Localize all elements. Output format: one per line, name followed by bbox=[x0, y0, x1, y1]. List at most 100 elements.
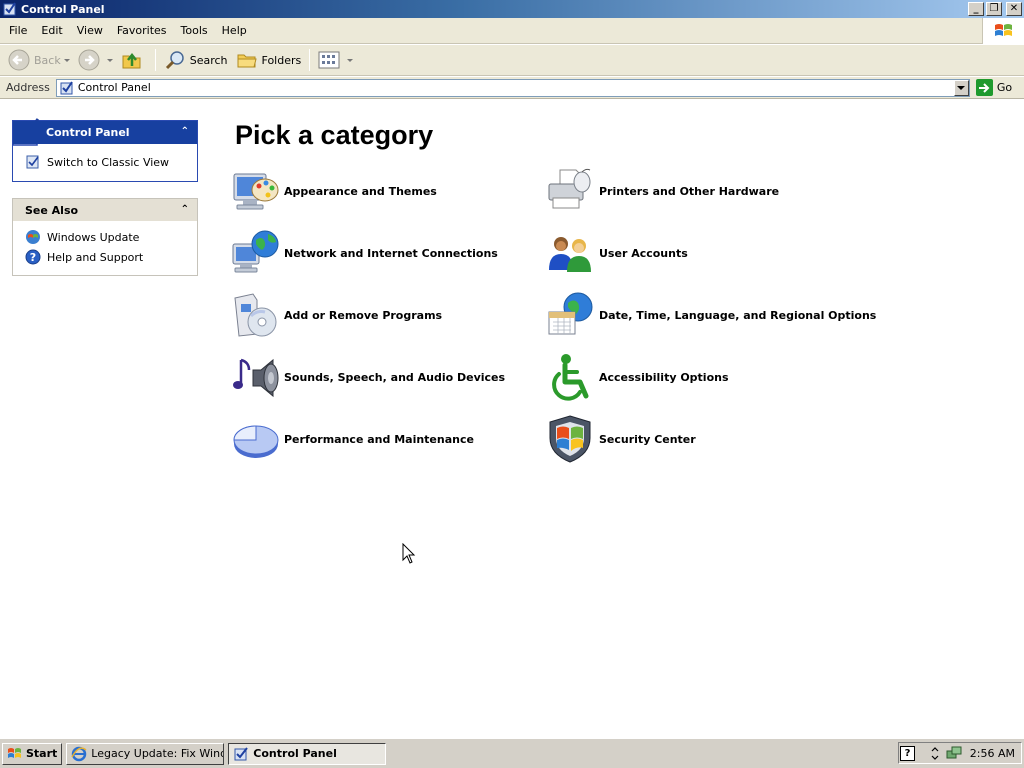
control-panel-icon bbox=[234, 746, 249, 760]
category-label: Sounds, Speech, and Audio Devices bbox=[284, 370, 506, 384]
collapse-icon[interactable]: ⌃ bbox=[181, 126, 189, 137]
category-performance-maintenance[interactable]: Performance and Maintenance bbox=[231, 414, 474, 464]
help-and-support-link[interactable]: ? Help and Support bbox=[13, 247, 197, 267]
category-network-internet[interactable]: Network and Internet Connections bbox=[231, 228, 498, 278]
appearance-themes-icon bbox=[233, 173, 279, 210]
pie-chart-icon bbox=[233, 425, 279, 458]
page-heading: Pick a category bbox=[235, 120, 434, 150]
clock[interactable]: 2:56 AM bbox=[970, 747, 1015, 760]
control-panel-box-title: Control Panel bbox=[46, 126, 130, 139]
start-button[interactable]: Start bbox=[2, 742, 63, 765]
address-value: Control Panel bbox=[77, 81, 151, 94]
windows-logo-icon bbox=[8, 747, 21, 758]
collapse-icon[interactable]: ⌃ bbox=[181, 204, 189, 215]
category-label: Security Center bbox=[599, 432, 696, 446]
restore-button[interactable]: ❐ bbox=[986, 2, 1002, 16]
control-panel-small-icon bbox=[60, 80, 73, 94]
windows-update-label: Windows Update bbox=[47, 230, 140, 244]
windows-logo-icon bbox=[982, 18, 1024, 44]
taskbar: Start Legacy Update: Fix Wind... Control… bbox=[0, 738, 1024, 768]
network-tray-icon[interactable] bbox=[946, 745, 962, 761]
category-label: Appearance and Themes bbox=[284, 184, 437, 198]
taskbar-item-legacy-update[interactable]: Legacy Update: Fix Wind... bbox=[66, 742, 225, 765]
back-arrow-icon bbox=[8, 49, 30, 71]
system-tray: 2:56 AM bbox=[898, 742, 1022, 764]
menu-help[interactable]: Help bbox=[215, 24, 254, 37]
category-label: Performance and Maintenance bbox=[284, 432, 474, 446]
security-shield-icon bbox=[549, 415, 591, 463]
window-title: Control Panel bbox=[21, 2, 105, 16]
search-button[interactable]: Search bbox=[160, 47, 232, 73]
svg-text:?: ? bbox=[30, 251, 36, 264]
up-folder-button[interactable] bbox=[117, 47, 151, 73]
menu-favorites[interactable]: Favorites bbox=[110, 24, 174, 37]
control-panel-box-header[interactable]: Control Panel ⌃ bbox=[13, 121, 197, 144]
category-label: Add or Remove Programs bbox=[284, 308, 443, 322]
start-label: Start bbox=[26, 747, 58, 760]
menu-file[interactable]: File bbox=[0, 24, 34, 37]
category-label: Printers and Other Hardware bbox=[599, 184, 780, 198]
task-pane: Control Panel ⌃ Switch to Classic View S… bbox=[0, 100, 210, 738]
taskbar-item-label: Control Panel bbox=[253, 747, 337, 760]
search-label: Search bbox=[189, 53, 228, 67]
internet-explorer-icon bbox=[71, 746, 87, 761]
windows-update-link[interactable]: Windows Update bbox=[13, 227, 197, 247]
forward-button[interactable] bbox=[74, 47, 117, 73]
category-printers-hardware[interactable]: Printers and Other Hardware bbox=[546, 166, 779, 216]
menu-bar: File Edit View Favorites Tools Help bbox=[0, 18, 1024, 44]
category-user-accounts[interactable]: User Accounts bbox=[546, 228, 688, 278]
menu-view[interactable]: View bbox=[70, 24, 110, 37]
forward-dropdown-icon[interactable] bbox=[106, 58, 113, 62]
category-label: Network and Internet Connections bbox=[284, 246, 498, 260]
views-dropdown-icon[interactable] bbox=[347, 58, 354, 62]
classic-view-icon bbox=[26, 155, 39, 169]
show-hidden-icons-icon[interactable] bbox=[930, 746, 940, 760]
folders-button[interactable]: Folders bbox=[232, 47, 306, 73]
forward-arrow-icon bbox=[78, 49, 100, 71]
category-label: Date, Time, Language, and Regional Optio… bbox=[599, 308, 877, 322]
category-sounds-speech-audio[interactable]: Sounds, Speech, and Audio Devices bbox=[231, 352, 505, 402]
menu-tools[interactable]: Tools bbox=[174, 24, 215, 37]
switch-classic-view-label: Switch to Classic View bbox=[47, 155, 170, 169]
accessibility-icon bbox=[552, 354, 589, 401]
go-label: Go bbox=[996, 81, 1013, 94]
address-input[interactable]: Control Panel bbox=[55, 78, 970, 97]
back-button[interactable]: Back bbox=[4, 47, 74, 73]
category-appearance-themes[interactable]: Appearance and Themes bbox=[231, 166, 437, 216]
mouse-cursor-icon bbox=[402, 543, 416, 564]
category-security-center[interactable]: Security Center bbox=[546, 414, 696, 464]
menu-edit[interactable]: Edit bbox=[34, 24, 69, 37]
control-panel-icon bbox=[3, 2, 16, 16]
title-bar[interactable]: Control Panel _ ❐ ✕ bbox=[0, 0, 1024, 18]
see-also-title: See Also bbox=[25, 203, 79, 217]
folders-icon bbox=[237, 54, 257, 68]
back-dropdown-icon[interactable] bbox=[63, 58, 70, 62]
category-accessibility[interactable]: Accessibility Options bbox=[546, 352, 729, 402]
toolbar: Back Search Folders bbox=[0, 45, 1024, 76]
address-bar: Address Control Panel Go bbox=[0, 77, 1024, 99]
go-button[interactable]: Go bbox=[975, 79, 1013, 96]
views-button[interactable] bbox=[314, 47, 357, 73]
taskbar-item-label: Legacy Update: Fix Wind... bbox=[91, 747, 225, 760]
see-also-header[interactable]: See Also ⌃ bbox=[13, 199, 197, 221]
switch-classic-view-link[interactable]: Switch to Classic View bbox=[13, 152, 197, 172]
taskbar-item-control-panel[interactable]: Control Panel bbox=[228, 742, 387, 765]
help-and-support-label: Help and Support bbox=[47, 250, 144, 264]
network-globe-icon bbox=[232, 230, 279, 273]
address-dropdown-button[interactable] bbox=[953, 79, 969, 96]
toolbar-separator bbox=[154, 49, 156, 71]
chevron-down-icon bbox=[957, 85, 966, 90]
search-icon bbox=[165, 51, 184, 70]
folders-label: Folders bbox=[261, 53, 302, 67]
back-label: Back bbox=[34, 53, 61, 67]
close-button[interactable]: ✕ bbox=[1006, 2, 1022, 16]
minimize-button[interactable]: _ bbox=[968, 2, 984, 16]
see-also-task-box: See Also ⌃ Windows Update ? Help and Sup… bbox=[12, 198, 198, 276]
help-icon: ? bbox=[25, 249, 41, 265]
add-remove-programs-icon bbox=[234, 293, 277, 337]
windows-update-icon bbox=[26, 230, 40, 244]
printer-icon bbox=[548, 168, 591, 209]
category-add-remove-programs[interactable]: Add or Remove Programs bbox=[231, 290, 442, 340]
views-icon bbox=[318, 51, 340, 69]
category-date-time-language[interactable]: Date, Time, Language, and Regional Optio… bbox=[546, 290, 876, 340]
